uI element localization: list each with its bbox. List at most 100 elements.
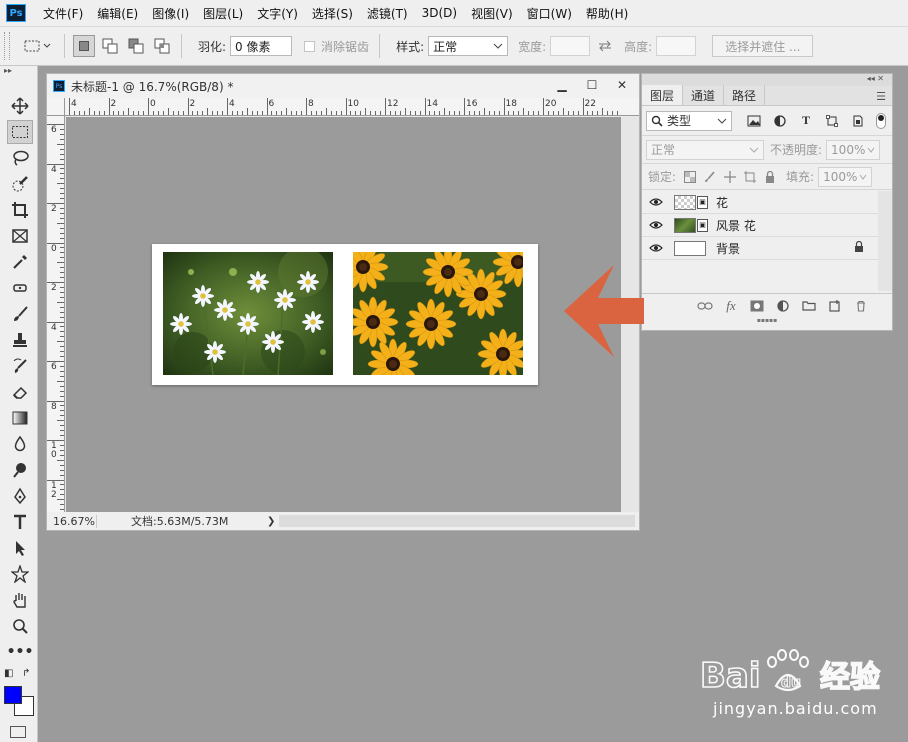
eyedropper-tool[interactable] <box>7 250 33 274</box>
tab-channels[interactable]: 通道 <box>683 85 725 105</box>
separator <box>379 34 381 58</box>
rectangular-marquee-tool[interactable] <box>7 120 33 144</box>
document-status-bar: 16.67% 文档:5.63M/5.73M ❯ <box>47 512 639 530</box>
tab-paths[interactable]: 路径 <box>724 85 766 105</box>
select-and-mask-button[interactable]: 选择并遮住 ... <box>712 35 814 57</box>
lock-artboard-icon[interactable] <box>740 167 760 187</box>
vertical-ruler[interactable]: 6 4 2 0 2 4 6 8 1 0 1 2 <box>47 116 65 512</box>
ruler-corner[interactable] <box>47 98 65 116</box>
quick-selection-tool[interactable] <box>7 172 33 196</box>
visibility-eye-icon[interactable] <box>642 220 670 230</box>
lasso-tool[interactable] <box>7 146 33 170</box>
add-selection-button[interactable] <box>99 35 121 57</box>
zoom-tool[interactable] <box>7 614 33 638</box>
height-input[interactable] <box>656 36 697 56</box>
clone-stamp-tool[interactable] <box>7 328 33 352</box>
canvas-document[interactable] <box>152 244 538 385</box>
new-selection-button[interactable] <box>73 35 95 57</box>
panel-menu-icon[interactable]: ☰ <box>876 90 886 103</box>
swap-dimensions-button[interactable] <box>590 40 620 52</box>
visibility-eye-icon[interactable] <box>642 197 670 207</box>
tab-layers[interactable]: 图层 <box>642 85 684 105</box>
filter-type-icon[interactable]: T <box>794 111 818 131</box>
move-tool[interactable] <box>7 94 33 118</box>
type-tool[interactable] <box>7 510 33 534</box>
adjustment-layer-icon[interactable] <box>772 296 794 316</box>
layer-list-scrollbar[interactable] <box>878 191 892 291</box>
document-titlebar[interactable]: Ps 未标题-1 @ 16.7%(RGB/8) * ▁ ☐ ✕ <box>47 74 639 98</box>
filter-toggle-switch[interactable] <box>876 112 886 129</box>
menu-image[interactable]: 图像(I) <box>145 0 196 26</box>
tool-preset-picker[interactable] <box>18 33 58 59</box>
feather-input[interactable]: 0 像素 <box>230 36 293 56</box>
brush-tool[interactable] <box>7 302 33 326</box>
more-tools-button[interactable]: ••• <box>7 640 34 664</box>
layer-row-landscape-flower[interactable]: ▣ 风景 花 <box>642 214 892 237</box>
antialias-checkbox[interactable] <box>304 40 316 52</box>
hand-tool[interactable] <box>7 588 33 612</box>
eraser-tool[interactable] <box>7 380 33 404</box>
minimize-button[interactable]: ▁ <box>547 74 577 96</box>
opacity-input[interactable]: 100% <box>826 139 881 160</box>
visibility-eye-icon[interactable] <box>642 243 670 253</box>
filter-kind-select[interactable]: 类型 <box>646 110 732 131</box>
lock-position-icon[interactable] <box>720 167 740 187</box>
menu-3d[interactable]: 3D(D) <box>415 0 464 26</box>
swap-colors-icon[interactable]: ↱ <box>22 668 30 679</box>
style-select[interactable]: 正常 <box>428 36 509 56</box>
default-colors-icon[interactable]: ◧ <box>4 668 13 679</box>
delete-layer-trash-icon[interactable] <box>850 296 872 316</box>
close-button[interactable]: ✕ <box>607 74 637 96</box>
path-selection-tool[interactable] <box>7 536 33 560</box>
subtract-selection-button[interactable] <box>125 35 147 57</box>
menu-type[interactable]: 文字(Y) <box>250 0 305 26</box>
quick-mask-icon[interactable] <box>10 726 26 738</box>
add-mask-icon[interactable] <box>746 296 768 316</box>
panel-resize-grip[interactable]: ▪▪▪▪▪ <box>642 317 892 325</box>
layer-row-flower[interactable]: ▣ 花 <box>642 191 892 214</box>
pen-tool[interactable] <box>7 484 33 508</box>
lock-transparent-icon[interactable] <box>680 167 700 187</box>
zoom-level-field[interactable]: 16.67% <box>47 514 97 528</box>
intersect-selection-button[interactable] <box>151 35 173 57</box>
dodge-tool[interactable] <box>7 458 33 482</box>
gradient-tool[interactable] <box>7 406 33 430</box>
filter-smart-object-icon[interactable] <box>846 111 870 131</box>
filter-adjustment-icon[interactable] <box>768 111 792 131</box>
menu-help[interactable]: 帮助(H) <box>579 0 635 26</box>
lock-all-icon[interactable] <box>760 167 780 187</box>
tools-collapse-icon[interactable]: ▸▸ <box>0 66 37 76</box>
width-input[interactable] <box>550 36 591 56</box>
menu-layer[interactable]: 图层(L) <box>196 0 250 26</box>
canvas-area[interactable] <box>66 117 621 512</box>
menu-edit[interactable]: 编辑(E) <box>90 0 145 26</box>
lock-image-pixels-icon[interactable] <box>700 167 720 187</box>
layer-style-fx-icon[interactable]: fx <box>720 296 742 316</box>
foreground-color-swatch[interactable] <box>4 686 22 704</box>
filter-pixel-icon[interactable] <box>742 111 766 131</box>
new-layer-icon[interactable] <box>824 296 846 316</box>
filter-shape-icon[interactable] <box>820 111 844 131</box>
menu-window[interactable]: 窗口(W) <box>520 0 579 26</box>
menu-file[interactable]: 文件(F) <box>36 0 90 26</box>
blur-tool[interactable] <box>7 432 33 456</box>
menu-filter[interactable]: 滤镜(T) <box>360 0 415 26</box>
status-menu-arrow[interactable]: ❯ <box>267 516 275 527</box>
custom-shape-tool[interactable] <box>7 562 33 586</box>
crop-tool[interactable] <box>7 198 33 222</box>
frame-tool[interactable] <box>7 224 33 248</box>
style-label: 样式: <box>396 39 425 54</box>
history-brush-tool[interactable] <box>7 354 33 378</box>
layer-row-background[interactable]: 背景 <box>642 237 892 260</box>
maximize-button[interactable]: ☐ <box>577 74 607 96</box>
horizontal-ruler[interactable]: 4 2 0 2 4 6 8 10 12 14 16 18 20 22 <box>65 98 639 116</box>
blend-mode-select[interactable]: 正常 <box>646 139 764 160</box>
healing-brush-tool[interactable] <box>7 276 33 300</box>
new-group-folder-icon[interactable] <box>798 296 820 316</box>
menu-select[interactable]: 选择(S) <box>305 0 360 26</box>
options-grip[interactable] <box>4 32 10 60</box>
fill-input[interactable]: 100% <box>818 166 873 187</box>
menu-view[interactable]: 视图(V) <box>464 0 520 26</box>
link-layers-icon[interactable] <box>694 296 716 316</box>
horizontal-scrollbar[interactable] <box>279 515 635 527</box>
